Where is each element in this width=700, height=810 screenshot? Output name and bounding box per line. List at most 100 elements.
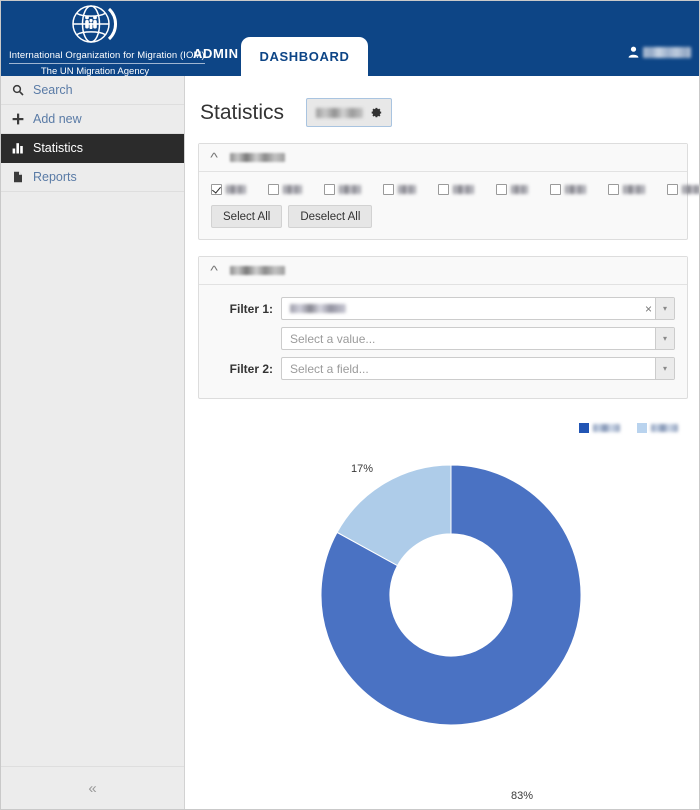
sidebar-item-label: Add new xyxy=(33,112,82,126)
top-header-bar: International Organization for Migration… xyxy=(1,1,699,77)
legend-item[interactable] xyxy=(637,423,678,433)
activity-checkbox[interactable] xyxy=(211,184,246,195)
document-icon xyxy=(9,171,27,183)
sidebar-item-label: Search xyxy=(33,83,73,97)
chevron-down-icon[interactable]: ▾ xyxy=(655,298,674,319)
nav-tab-admin[interactable]: ADMIN xyxy=(193,46,239,61)
activities-panel-title xyxy=(230,153,286,162)
sidebar-collapse-button[interactable]: « xyxy=(1,766,184,809)
bar-chart-icon xyxy=(9,142,27,154)
filter-1-clear-button[interactable]: × xyxy=(645,303,652,315)
checkbox-box[interactable] xyxy=(268,184,279,195)
checkbox-box[interactable] xyxy=(550,184,561,195)
activity-checkbox[interactable] xyxy=(383,184,416,195)
deselect-all-button[interactable]: Deselect All xyxy=(288,205,373,228)
donut-chart-svg xyxy=(320,464,582,726)
sidebar-item-label: Statistics xyxy=(33,141,84,155)
gear-icon xyxy=(371,107,382,118)
checkbox-box[interactable] xyxy=(608,184,619,195)
nav-tab-dashboard[interactable]: DASHBOARD xyxy=(241,37,368,76)
fields-panel-title xyxy=(230,266,286,275)
checkbox-box[interactable] xyxy=(438,184,449,195)
application-window: International Organization for Migration… xyxy=(0,0,700,810)
checkbox-box[interactable] xyxy=(211,184,222,195)
sidebar-item-statistics[interactable]: Statistics xyxy=(1,134,184,163)
page-header: Statistics xyxy=(186,76,699,143)
activity-checkbox[interactable] xyxy=(608,184,645,195)
settings-button-label xyxy=(316,107,364,118)
activity-label xyxy=(226,185,246,194)
filter-2-row: Filter 2: Select a field... ▾ xyxy=(211,357,675,380)
activities-panel-header[interactable]: ^ xyxy=(199,144,687,172)
legend-swatch xyxy=(637,423,647,433)
chevron-double-left-icon: « xyxy=(88,780,97,797)
chevron-down-icon[interactable]: ▾ xyxy=(655,328,674,349)
checkbox-box[interactable] xyxy=(324,184,335,195)
checkbox-box[interactable] xyxy=(496,184,507,195)
filter-1-value-row: Select a value... ▾ xyxy=(281,327,675,350)
activity-label xyxy=(453,185,474,194)
filter-2-placeholder: Select a field... xyxy=(290,361,369,376)
username-label xyxy=(643,46,691,58)
checkbox-box[interactable] xyxy=(667,184,678,195)
filter-1-selected-value xyxy=(290,304,346,313)
filter-2-label: Filter 2: xyxy=(229,361,273,376)
logo-text-line-1: International Organization for Migration… xyxy=(9,50,205,64)
activities-panel: ^ Select All Deselect All xyxy=(198,143,699,240)
page-title: Statistics xyxy=(200,100,285,124)
legend-item[interactable] xyxy=(579,423,620,433)
activity-label xyxy=(339,185,361,194)
activity-checkbox[interactable] xyxy=(550,184,586,195)
chart-legend xyxy=(579,423,678,433)
user-menu[interactable] xyxy=(628,46,691,58)
filter-2-field-select[interactable]: Select a field... ▾ xyxy=(281,357,675,380)
legend-label xyxy=(651,424,678,432)
nav-tab-dashboard-label: DASHBOARD xyxy=(259,49,350,64)
statistics-settings-button[interactable] xyxy=(306,98,393,127)
checkbox-box[interactable] xyxy=(383,184,394,195)
sidebar-item-search[interactable]: Search xyxy=(1,76,184,105)
donut-chart xyxy=(320,447,582,747)
slice-percent-label: 83% xyxy=(511,790,534,802)
activity-checkbox[interactable] xyxy=(268,184,302,195)
fields-panel: ^ Filter 1: × ▾ Select a value... ▾ Filt… xyxy=(198,256,688,399)
main-content: Statistics ^ Select All Deselect All ^ F… xyxy=(186,76,699,809)
activity-label xyxy=(623,185,645,194)
activity-label xyxy=(682,185,699,194)
activities-checkbox-row xyxy=(211,184,699,195)
filter-1-label: Filter 1: xyxy=(229,301,273,316)
fields-panel-header[interactable]: ^ xyxy=(199,257,687,285)
select-all-button[interactable]: Select All xyxy=(211,205,283,228)
activity-label xyxy=(565,185,586,194)
chevron-down-icon[interactable]: ▾ xyxy=(655,358,674,379)
statistics-chart: 17% xyxy=(186,415,699,795)
filter-1-row: Filter 1: × ▾ xyxy=(211,297,675,320)
activity-label xyxy=(511,185,528,194)
sidebar: Search Add new Statistics Reports « xyxy=(1,76,185,809)
activities-panel-body: Select All Deselect All xyxy=(199,172,699,239)
activity-checkbox[interactable] xyxy=(496,184,528,195)
sidebar-item-add-new[interactable]: Add new xyxy=(1,105,184,134)
chevron-up-icon: ^ xyxy=(210,263,218,278)
sidebar-item-label: Reports xyxy=(33,170,77,184)
activity-checkbox[interactable] xyxy=(438,184,474,195)
filter-1-field-select[interactable]: × ▾ xyxy=(281,297,675,320)
sidebar-item-reports[interactable]: Reports xyxy=(1,163,184,192)
activities-button-row: Select All Deselect All xyxy=(211,205,675,228)
plus-icon xyxy=(9,113,27,125)
chevron-up-icon: ^ xyxy=(210,150,218,165)
legend-swatch xyxy=(579,423,589,433)
user-icon xyxy=(628,46,639,58)
search-icon xyxy=(9,84,27,96)
activity-label xyxy=(398,185,416,194)
iom-logo: International Organization for Migration… xyxy=(9,3,205,77)
fields-panel-body: Filter 1: × ▾ Select a value... ▾ Filter… xyxy=(199,285,687,398)
activity-checkbox[interactable] xyxy=(324,184,361,195)
filter-1-value-select[interactable]: Select a value... ▾ xyxy=(281,327,675,350)
legend-label xyxy=(593,424,620,432)
iom-globe-logo-icon xyxy=(72,5,117,43)
activity-label xyxy=(283,185,302,194)
filter-1-value-placeholder: Select a value... xyxy=(290,331,376,346)
activity-checkbox[interactable] xyxy=(667,184,699,195)
slice-percent-label: 17% xyxy=(351,463,374,475)
